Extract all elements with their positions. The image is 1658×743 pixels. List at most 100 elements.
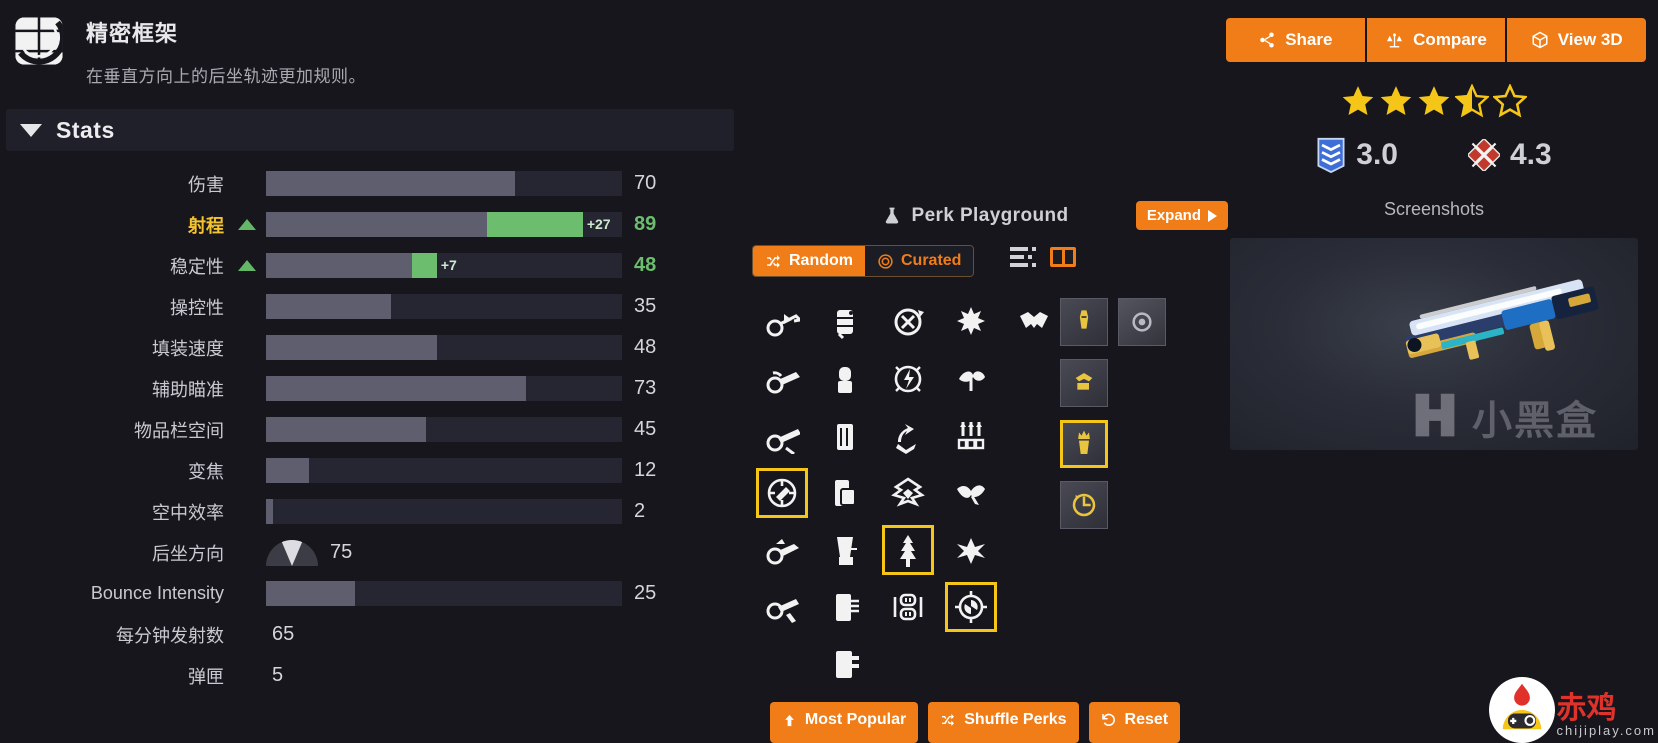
stat-bar bbox=[266, 294, 622, 319]
perk-cell[interactable] bbox=[939, 521, 1002, 578]
perk-cell[interactable] bbox=[939, 407, 1002, 464]
fluted-barrel-icon[interactable] bbox=[755, 467, 808, 518]
rating-stars[interactable] bbox=[1210, 83, 1658, 123]
perk-cell[interactable] bbox=[939, 350, 1002, 407]
stat-bar-base bbox=[266, 458, 309, 483]
mod-cell[interactable] bbox=[1055, 293, 1113, 350]
perk-cell[interactable] bbox=[876, 464, 939, 521]
stats-table: 伤害 70 射程 +27 89 稳定性 +7 48 操控性 35 填装速度 48 辅助瞄准 73 物品栏空间… bbox=[0, 163, 740, 696]
perk-cell[interactable] bbox=[750, 293, 813, 350]
perk-cell[interactable] bbox=[750, 578, 813, 635]
share-button[interactable]: Share bbox=[1226, 18, 1367, 62]
perk-cell[interactable] bbox=[750, 464, 813, 521]
view-toggle-group bbox=[1010, 247, 1076, 267]
turnabout-icon[interactable] bbox=[944, 581, 997, 632]
shuffle-perks-button[interactable]: Shuffle Perks bbox=[928, 702, 1079, 743]
weapon-detail-page: 精密框架 在垂直方向上的后坐轨迹更加规则。 Stats 伤害 70 射程 +27 89 稳… bbox=[0, 0, 1658, 743]
perk-cell[interactable] bbox=[876, 578, 939, 635]
perk-cell[interactable] bbox=[876, 521, 939, 578]
mod-cell[interactable] bbox=[1055, 476, 1113, 533]
star-filled[interactable] bbox=[1417, 84, 1451, 123]
perk-cell[interactable] bbox=[750, 407, 813, 464]
tactical-mag-icon[interactable] bbox=[819, 639, 871, 689]
compare-button[interactable]: Compare bbox=[1366, 18, 1508, 62]
stats-section-header[interactable]: Stats bbox=[6, 109, 734, 151]
stat-value: 45 bbox=[634, 418, 657, 440]
perk-cell[interactable] bbox=[813, 407, 876, 464]
perk-cell[interactable] bbox=[813, 464, 876, 521]
major-spec-mod-icon[interactable] bbox=[1060, 419, 1108, 468]
cube-icon bbox=[1532, 31, 1548, 49]
star-filled[interactable] bbox=[1379, 84, 1413, 123]
mod-cell[interactable] bbox=[1055, 415, 1113, 472]
curated-label: Curated bbox=[901, 252, 962, 269]
disruption-break-icon[interactable] bbox=[882, 297, 934, 347]
pvp-score: 4.3 bbox=[1468, 138, 1552, 172]
vorpal-icon[interactable] bbox=[945, 468, 997, 518]
arrowhead-brake-icon[interactable] bbox=[756, 297, 808, 347]
star-filled[interactable] bbox=[1341, 84, 1375, 123]
extended-barrel-icon[interactable] bbox=[756, 411, 808, 461]
perk-cell[interactable] bbox=[876, 407, 939, 464]
counterbalance-mod-icon[interactable] bbox=[1060, 480, 1108, 529]
pve-score-value: 3.0 bbox=[1356, 138, 1398, 171]
masterwork-icon[interactable] bbox=[1118, 297, 1166, 346]
perk-cell[interactable] bbox=[813, 293, 876, 350]
flared-magwell-icon[interactable] bbox=[819, 525, 871, 575]
shatter-burst-icon[interactable] bbox=[945, 525, 997, 575]
triple-tap-icon[interactable] bbox=[945, 411, 997, 461]
backup-mag-mod-icon[interactable] bbox=[1060, 358, 1108, 407]
tree-perk-icon[interactable] bbox=[881, 524, 934, 575]
handshake-origin-icon[interactable] bbox=[1008, 297, 1060, 347]
random-mode-button[interactable]: Random bbox=[753, 246, 865, 276]
masterwork-cell[interactable] bbox=[1113, 293, 1171, 350]
rampage-icon[interactable] bbox=[882, 468, 934, 518]
star-half[interactable] bbox=[1453, 83, 1491, 123]
stat-label: 空中效率 bbox=[152, 502, 224, 523]
perk-cell[interactable] bbox=[813, 521, 876, 578]
alloy-magazine-icon[interactable] bbox=[819, 354, 871, 404]
corkscrew-rifling-icon[interactable] bbox=[756, 354, 808, 404]
perk-cell[interactable] bbox=[750, 350, 813, 407]
list-view-icon[interactable] bbox=[1010, 247, 1036, 267]
hammer-forged-icon[interactable] bbox=[756, 582, 808, 632]
accurized-rounds-icon[interactable] bbox=[819, 297, 871, 347]
extended-mag-icon[interactable] bbox=[819, 468, 871, 518]
perk-cell[interactable] bbox=[939, 464, 1002, 521]
full-bore-icon[interactable] bbox=[756, 525, 808, 575]
perk-cell[interactable] bbox=[939, 293, 1002, 350]
perk-cell[interactable] bbox=[939, 578, 1002, 635]
flask-icon bbox=[882, 205, 902, 227]
appended-mag-icon[interactable] bbox=[819, 411, 871, 461]
stat-value: 73 bbox=[634, 377, 657, 399]
perk-cell[interactable] bbox=[876, 293, 939, 350]
perk-cell[interactable] bbox=[750, 521, 813, 578]
light-mag-icon[interactable] bbox=[819, 582, 871, 632]
stat-bar bbox=[266, 581, 622, 606]
boss-spec-mod-icon[interactable] bbox=[1060, 297, 1108, 346]
screenshot-thumbnail[interactable]: 小黑盒 bbox=[1230, 238, 1638, 450]
star-empty[interactable] bbox=[1491, 83, 1529, 123]
dual-loader-icon[interactable] bbox=[882, 582, 934, 632]
curated-mode-button[interactable]: Curated bbox=[865, 246, 974, 276]
view-3d-button[interactable]: View 3D bbox=[1507, 18, 1646, 62]
chevron-badge-icon bbox=[1317, 137, 1345, 173]
watermark-cn: 小黑盒 bbox=[1472, 399, 1598, 443]
quickdraw-icon[interactable] bbox=[882, 411, 934, 461]
explosive-payload-icon[interactable] bbox=[882, 354, 934, 404]
perk-cell[interactable] bbox=[876, 350, 939, 407]
perk-cell[interactable] bbox=[813, 578, 876, 635]
most-popular-button[interactable]: Most Popular bbox=[769, 702, 919, 743]
shuffle-icon bbox=[940, 712, 956, 728]
perk-cell[interactable] bbox=[813, 635, 876, 692]
mod-cell[interactable] bbox=[1055, 354, 1113, 411]
reset-button[interactable]: Reset bbox=[1088, 702, 1181, 743]
perk-cell[interactable] bbox=[813, 350, 876, 407]
stat-row: 射程 +27 89 bbox=[0, 204, 740, 245]
dragonfly-icon[interactable] bbox=[945, 354, 997, 404]
grid-view-icon[interactable] bbox=[1050, 247, 1076, 267]
firefly-icon[interactable] bbox=[945, 297, 997, 347]
stat-label: 物品栏空间 bbox=[134, 420, 224, 441]
reset-icon bbox=[1101, 712, 1117, 728]
stat-bar bbox=[266, 417, 622, 442]
